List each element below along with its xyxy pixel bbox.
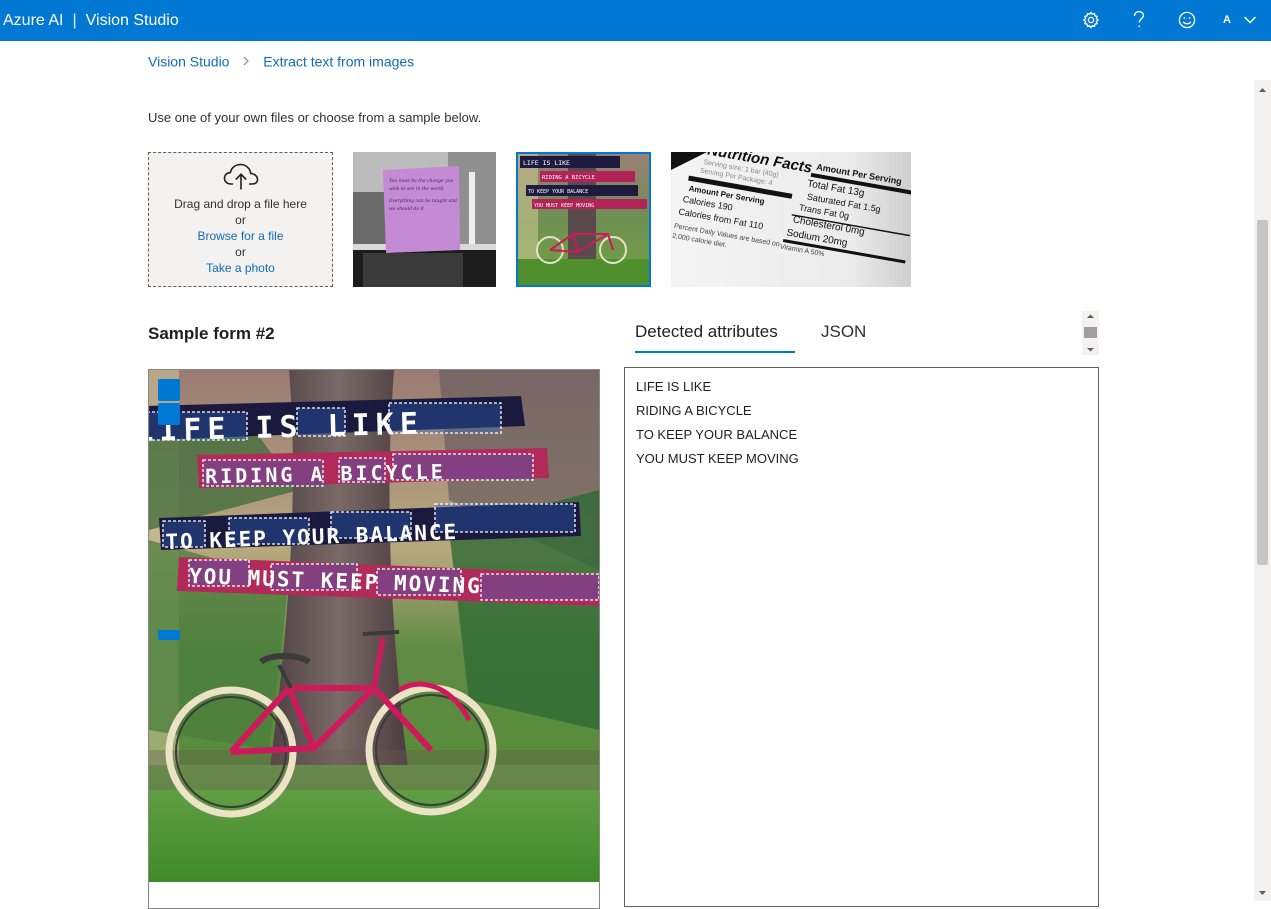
- tab-json[interactable]: JSON: [821, 322, 866, 342]
- thumb-poster-line-3: TO KEEP YOUR BALANCE: [528, 189, 588, 195]
- browse-file-link[interactable]: Browse for a file: [197, 229, 283, 243]
- detected-line: YOU MUST KEEP MOVING: [636, 451, 799, 466]
- intro-text: Use one of your own files or choose from…: [148, 110, 482, 125]
- zoom-slider-handle[interactable]: [158, 630, 180, 640]
- thumb-poster-line-4: YOU MUST KEEP MOVING: [534, 203, 594, 209]
- settings-gear-icon[interactable]: [1079, 8, 1103, 32]
- sample-thumb-handwritten-note[interactable]: You must be the change you wish to see i…: [353, 152, 496, 287]
- or-text: or: [235, 213, 246, 227]
- note-line-2: wish to see in the world: [389, 186, 444, 192]
- note-line-3: Everything can be taught and: [388, 198, 457, 204]
- top-bar: Azure AI | Vision Studio A: [0, 0, 1271, 41]
- brand-name: Azure AI: [3, 12, 64, 29]
- feedback-smile-icon[interactable]: [1175, 8, 1199, 32]
- note-line-1: You must be the change you: [389, 178, 453, 184]
- tab-detected-attributes[interactable]: Detected attributes: [635, 322, 778, 342]
- or-text: or: [235, 245, 246, 259]
- brand-divider: |: [72, 12, 77, 29]
- page-scrollbar[interactable]: [1254, 80, 1271, 901]
- avatar: A: [1223, 14, 1231, 26]
- zoom-out-button[interactable]: [158, 403, 180, 425]
- cloud-upload-icon: [149, 162, 332, 192]
- drag-drop-text: Drag and drop a file here: [174, 197, 307, 211]
- tabs-scrollbar[interactable]: [1082, 311, 1099, 355]
- help-icon[interactable]: [1127, 8, 1151, 32]
- breadcrumb: Vision Studio Extract text from images: [148, 52, 414, 69]
- breadcrumb-vision-studio[interactable]: Vision Studio: [148, 53, 229, 69]
- thumb-poster-line-2: RIDING A BICYCLE: [542, 175, 595, 181]
- sample-thumb-nutrition-label[interactable]: Nutrition Facts Amount Per Serving Servi…: [671, 152, 911, 287]
- chevron-down-icon[interactable]: [1238, 8, 1262, 32]
- page-scrollbar-thumb[interactable]: [1257, 220, 1268, 565]
- brand[interactable]: Azure AI | Vision Studio: [3, 0, 179, 41]
- chevron-right-icon: [242, 53, 250, 69]
- form-title: Sample form #2: [148, 324, 275, 343]
- file-drop-zone[interactable]: Drag and drop a file here or Browse for …: [148, 152, 333, 287]
- image-preview: LIFE IS LIKE RIDING A BICYCLE TO KEEP YO…: [148, 369, 600, 909]
- detected-line: LIFE IS LIKE: [636, 379, 712, 394]
- detected-text-panel: LIFE IS LIKE RIDING A BICYCLE TO KEEP YO…: [624, 367, 1099, 907]
- active-tab-indicator: [635, 351, 795, 353]
- take-photo-link[interactable]: Take a photo: [206, 261, 275, 275]
- poster-line-2: RIDING A BICYCLE: [205, 459, 446, 488]
- detected-line: TO KEEP YOUR BALANCE: [636, 427, 798, 442]
- sample-thumb-bicycle-poster[interactable]: LIFE IS LIKE RIDING A BICYCLE TO KEEP YO…: [516, 152, 651, 287]
- zoom-in-button[interactable]: [158, 379, 180, 401]
- thumb-poster-line-1: LIFE IS LIKE: [523, 159, 570, 167]
- note-line-4: we should do it: [389, 206, 424, 212]
- product-name: Vision Studio: [85, 12, 179, 29]
- account-menu[interactable]: A: [1215, 8, 1239, 32]
- breadcrumb-extract-text[interactable]: Extract text from images: [263, 53, 414, 69]
- detected-line: RIDING A BICYCLE: [636, 403, 752, 418]
